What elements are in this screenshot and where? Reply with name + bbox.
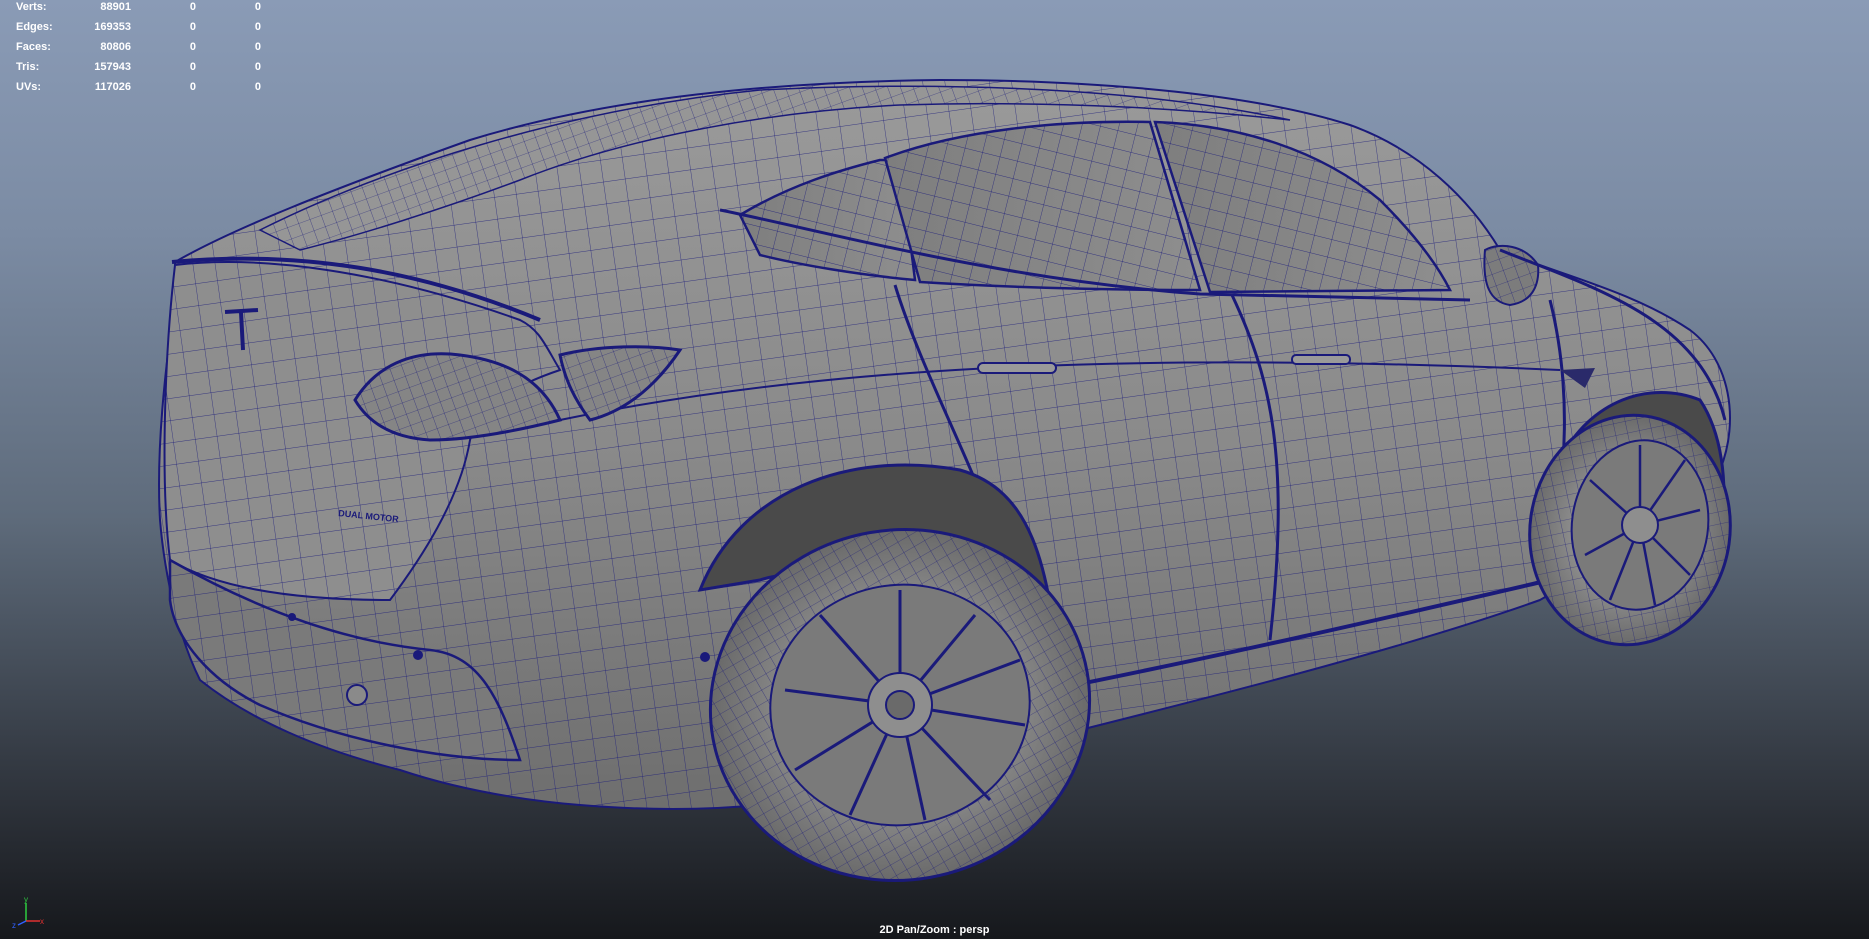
door-handle-rear	[977, 362, 1057, 374]
hud-value: 0	[189, 41, 196, 53]
hud-row-faces: Faces: 80806 0 0	[0, 40, 280, 60]
hud-label: Verts:	[16, 1, 47, 13]
hud-value: 0	[254, 1, 261, 13]
hud-value: 0	[254, 81, 261, 93]
car-wireframe-model[interactable]: DUAL MOTOR	[0, 0, 1869, 939]
door-handle-front	[1291, 354, 1351, 365]
hud-value: 0	[189, 81, 196, 93]
camera-caption: 2D Pan/Zoom : persp	[879, 924, 990, 936]
3d-viewport[interactable]: DUAL MOTOR Verts: 88901 0 0 Edges: 16935…	[0, 0, 1869, 939]
hud-value: 0	[189, 61, 196, 73]
hud-label: Tris:	[16, 61, 40, 73]
hud-value: 117026	[94, 81, 131, 93]
hud-value: 0	[189, 21, 196, 33]
hud-value: 0	[189, 1, 196, 13]
hud-label: Faces:	[16, 41, 51, 53]
hud-row-edges: Edges: 169353 0 0	[0, 20, 280, 40]
hud-value: 169353	[94, 21, 131, 33]
hud-value: 0	[254, 61, 261, 73]
hud-label: Edges:	[16, 21, 53, 33]
hud-row-uvs: UVs: 117026 0 0	[0, 80, 280, 100]
hud-label: UVs:	[16, 81, 42, 93]
hud-value: 157943	[94, 61, 131, 73]
axis-y-label: y	[24, 895, 28, 904]
hud-value: 0	[254, 21, 261, 33]
hud-value: 0	[254, 41, 261, 53]
poly-count-hud: Verts: 88901 0 0 Edges: 169353 0 0 Faces…	[0, 0, 280, 100]
hud-row-tris: Tris: 157943 0 0	[0, 60, 280, 80]
hud-value: 88901	[100, 1, 131, 13]
hud-row-verts: Verts: 88901 0 0	[0, 0, 280, 20]
hud-value: 80806	[100, 41, 131, 53]
